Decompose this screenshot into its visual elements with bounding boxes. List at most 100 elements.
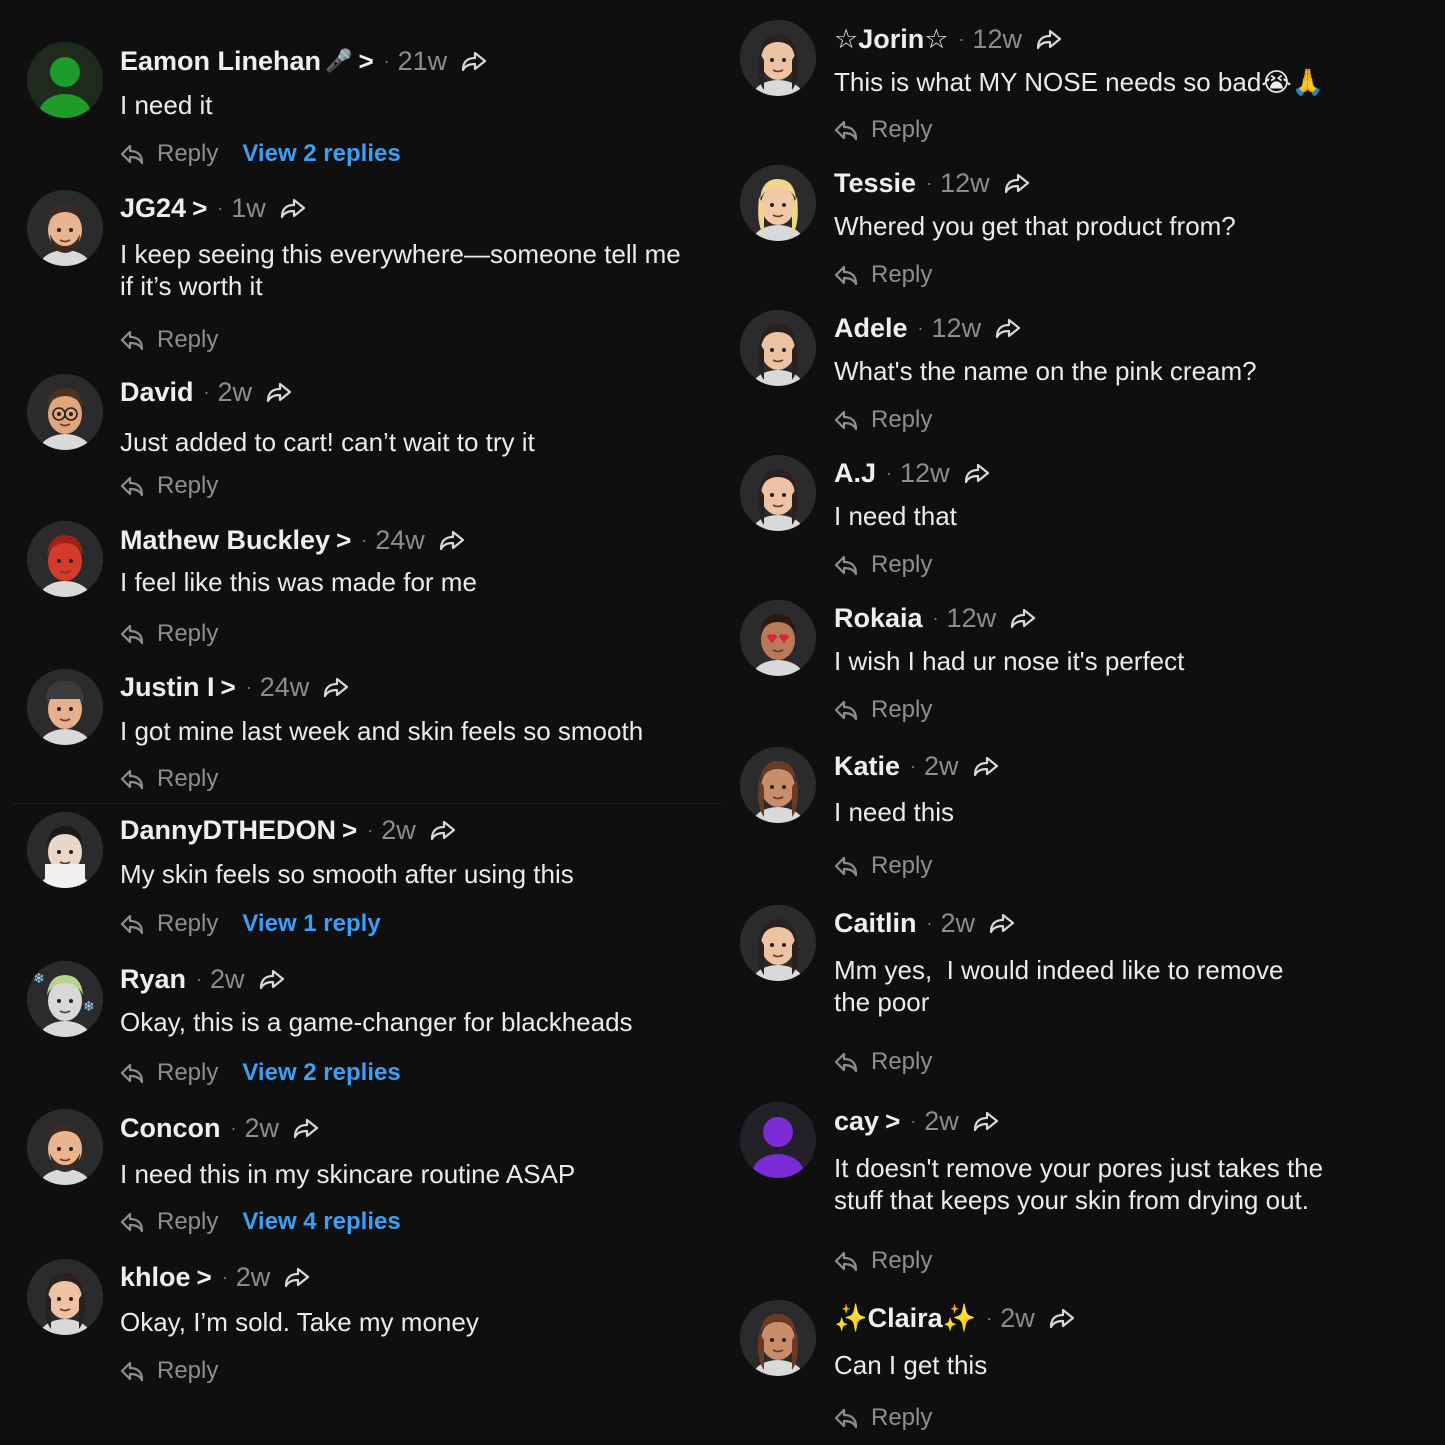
- share-icon[interactable]: [259, 968, 285, 990]
- username[interactable]: khloe: [120, 1261, 191, 1293]
- dot-separator: ·: [986, 1308, 993, 1328]
- username[interactable]: JG24: [120, 192, 186, 224]
- reply-button[interactable]: Reply: [834, 405, 932, 435]
- avatar[interactable]: [27, 1259, 103, 1335]
- share-icon[interactable]: [1010, 607, 1036, 629]
- share-icon[interactable]: [989, 912, 1015, 934]
- view-replies-link[interactable]: View 4 replies: [242, 1207, 400, 1237]
- username[interactable]: Tessie: [834, 167, 916, 199]
- view-replies-link[interactable]: View 1 reply: [242, 909, 380, 939]
- username[interactable]: ✨Claira✨: [834, 1302, 976, 1334]
- share-icon[interactable]: [293, 1117, 319, 1139]
- reply-button[interactable]: Reply: [834, 1403, 932, 1433]
- avatar[interactable]: [27, 812, 103, 888]
- share-icon[interactable]: [439, 529, 465, 551]
- username[interactable]: Concon: [120, 1112, 221, 1144]
- avatar[interactable]: ❄ ❄: [27, 961, 103, 1037]
- avatar[interactable]: [740, 455, 816, 531]
- share-icon[interactable]: [284, 1266, 310, 1288]
- username[interactable]: Rokaia: [834, 602, 923, 634]
- username[interactable]: Mathew Buckley: [120, 524, 330, 556]
- comment-header: Caitlin · 2w: [834, 907, 1015, 939]
- chevron-right-icon[interactable]: >: [197, 1261, 212, 1293]
- comment-actions: Reply: [834, 695, 932, 725]
- chevron-right-icon[interactable]: >: [358, 45, 373, 77]
- username[interactable]: Justin I: [120, 671, 215, 703]
- share-icon[interactable]: [266, 381, 292, 403]
- reply-button[interactable]: Reply: [834, 1246, 932, 1276]
- dot-separator: ·: [910, 1111, 917, 1131]
- reply-button[interactable]: Reply: [834, 1047, 932, 1077]
- share-icon[interactable]: [973, 1110, 999, 1132]
- comment-header: Concon · 2w: [120, 1112, 319, 1144]
- reply-button[interactable]: Reply: [120, 909, 218, 939]
- avatar[interactable]: [740, 20, 816, 96]
- username[interactable]: David: [120, 376, 194, 408]
- reply-button[interactable]: Reply: [120, 764, 218, 794]
- avatar[interactable]: [740, 905, 816, 981]
- reply-button[interactable]: Reply: [834, 851, 932, 881]
- chevron-right-icon[interactable]: >: [221, 671, 236, 703]
- dot-separator: ·: [383, 51, 390, 71]
- avatar[interactable]: [740, 747, 816, 823]
- comment-header: A.J · 12w: [834, 457, 990, 489]
- username[interactable]: ☆Jorin☆: [834, 23, 948, 55]
- share-icon[interactable]: [461, 50, 487, 72]
- reply-button[interactable]: Reply: [834, 695, 932, 725]
- username[interactable]: DannyDTHEDON: [120, 814, 336, 846]
- username[interactable]: Eamon Linehan: [120, 45, 321, 77]
- avatar[interactable]: [740, 165, 816, 241]
- avatar[interactable]: [740, 310, 816, 386]
- reply-label: Reply: [871, 1247, 933, 1274]
- username[interactable]: Caitlin: [834, 907, 917, 939]
- username[interactable]: cay: [834, 1105, 879, 1137]
- avatar[interactable]: [27, 1109, 103, 1185]
- reply-label: Reply: [871, 1404, 933, 1431]
- avatar[interactable]: [27, 669, 103, 745]
- reply-label: Reply: [157, 1059, 219, 1086]
- reply-button[interactable]: Reply: [120, 325, 218, 355]
- avatar[interactable]: [740, 1102, 816, 1178]
- chevron-right-icon[interactable]: >: [192, 192, 207, 224]
- chevron-right-icon[interactable]: >: [342, 814, 357, 846]
- share-icon[interactable]: [323, 676, 349, 698]
- avatar[interactable]: [740, 600, 816, 676]
- username[interactable]: Adele: [834, 312, 908, 344]
- avatar[interactable]: [27, 521, 103, 597]
- reply-button[interactable]: Reply: [120, 1207, 218, 1237]
- comment-actions: Reply: [834, 550, 932, 580]
- username[interactable]: Ryan: [120, 963, 186, 995]
- comment-header: DannyDTHEDON > · 2w: [120, 814, 456, 846]
- reply-button[interactable]: Reply: [120, 619, 218, 649]
- share-icon[interactable]: [1036, 28, 1062, 50]
- username[interactable]: Katie: [834, 750, 900, 782]
- share-icon[interactable]: [1049, 1307, 1075, 1329]
- avatar[interactable]: [740, 1300, 816, 1376]
- reply-button[interactable]: Reply: [120, 1356, 218, 1386]
- reply-button[interactable]: Reply: [120, 139, 218, 169]
- username[interactable]: A.J: [834, 457, 876, 489]
- share-icon[interactable]: [973, 755, 999, 777]
- share-icon[interactable]: [280, 197, 306, 219]
- avatar[interactable]: [27, 190, 103, 266]
- avatar[interactable]: [27, 374, 103, 450]
- share-icon[interactable]: [1004, 172, 1030, 194]
- reply-button[interactable]: Reply: [834, 550, 932, 580]
- comment-header: Adele · 12w: [834, 312, 1021, 344]
- view-replies-link[interactable]: View 2 replies: [242, 139, 400, 169]
- chevron-right-icon[interactable]: >: [336, 524, 351, 556]
- comment-header: Tessie · 12w: [834, 167, 1030, 199]
- chevron-right-icon[interactable]: >: [885, 1105, 900, 1137]
- reply-button[interactable]: Reply: [120, 471, 218, 501]
- reply-button[interactable]: Reply: [120, 1058, 218, 1088]
- reply-button[interactable]: Reply: [834, 260, 932, 290]
- share-icon[interactable]: [964, 462, 990, 484]
- comment-header: khloe > · 2w: [120, 1261, 310, 1293]
- share-icon[interactable]: [995, 317, 1021, 339]
- avatar[interactable]: [27, 42, 103, 118]
- comment-text: What's the name on the pink cream?: [834, 356, 1257, 386]
- comment-actions: Reply: [834, 1403, 932, 1433]
- view-replies-link[interactable]: View 2 replies: [242, 1058, 400, 1088]
- share-icon[interactable]: [430, 819, 456, 841]
- reply-button[interactable]: Reply: [834, 115, 932, 145]
